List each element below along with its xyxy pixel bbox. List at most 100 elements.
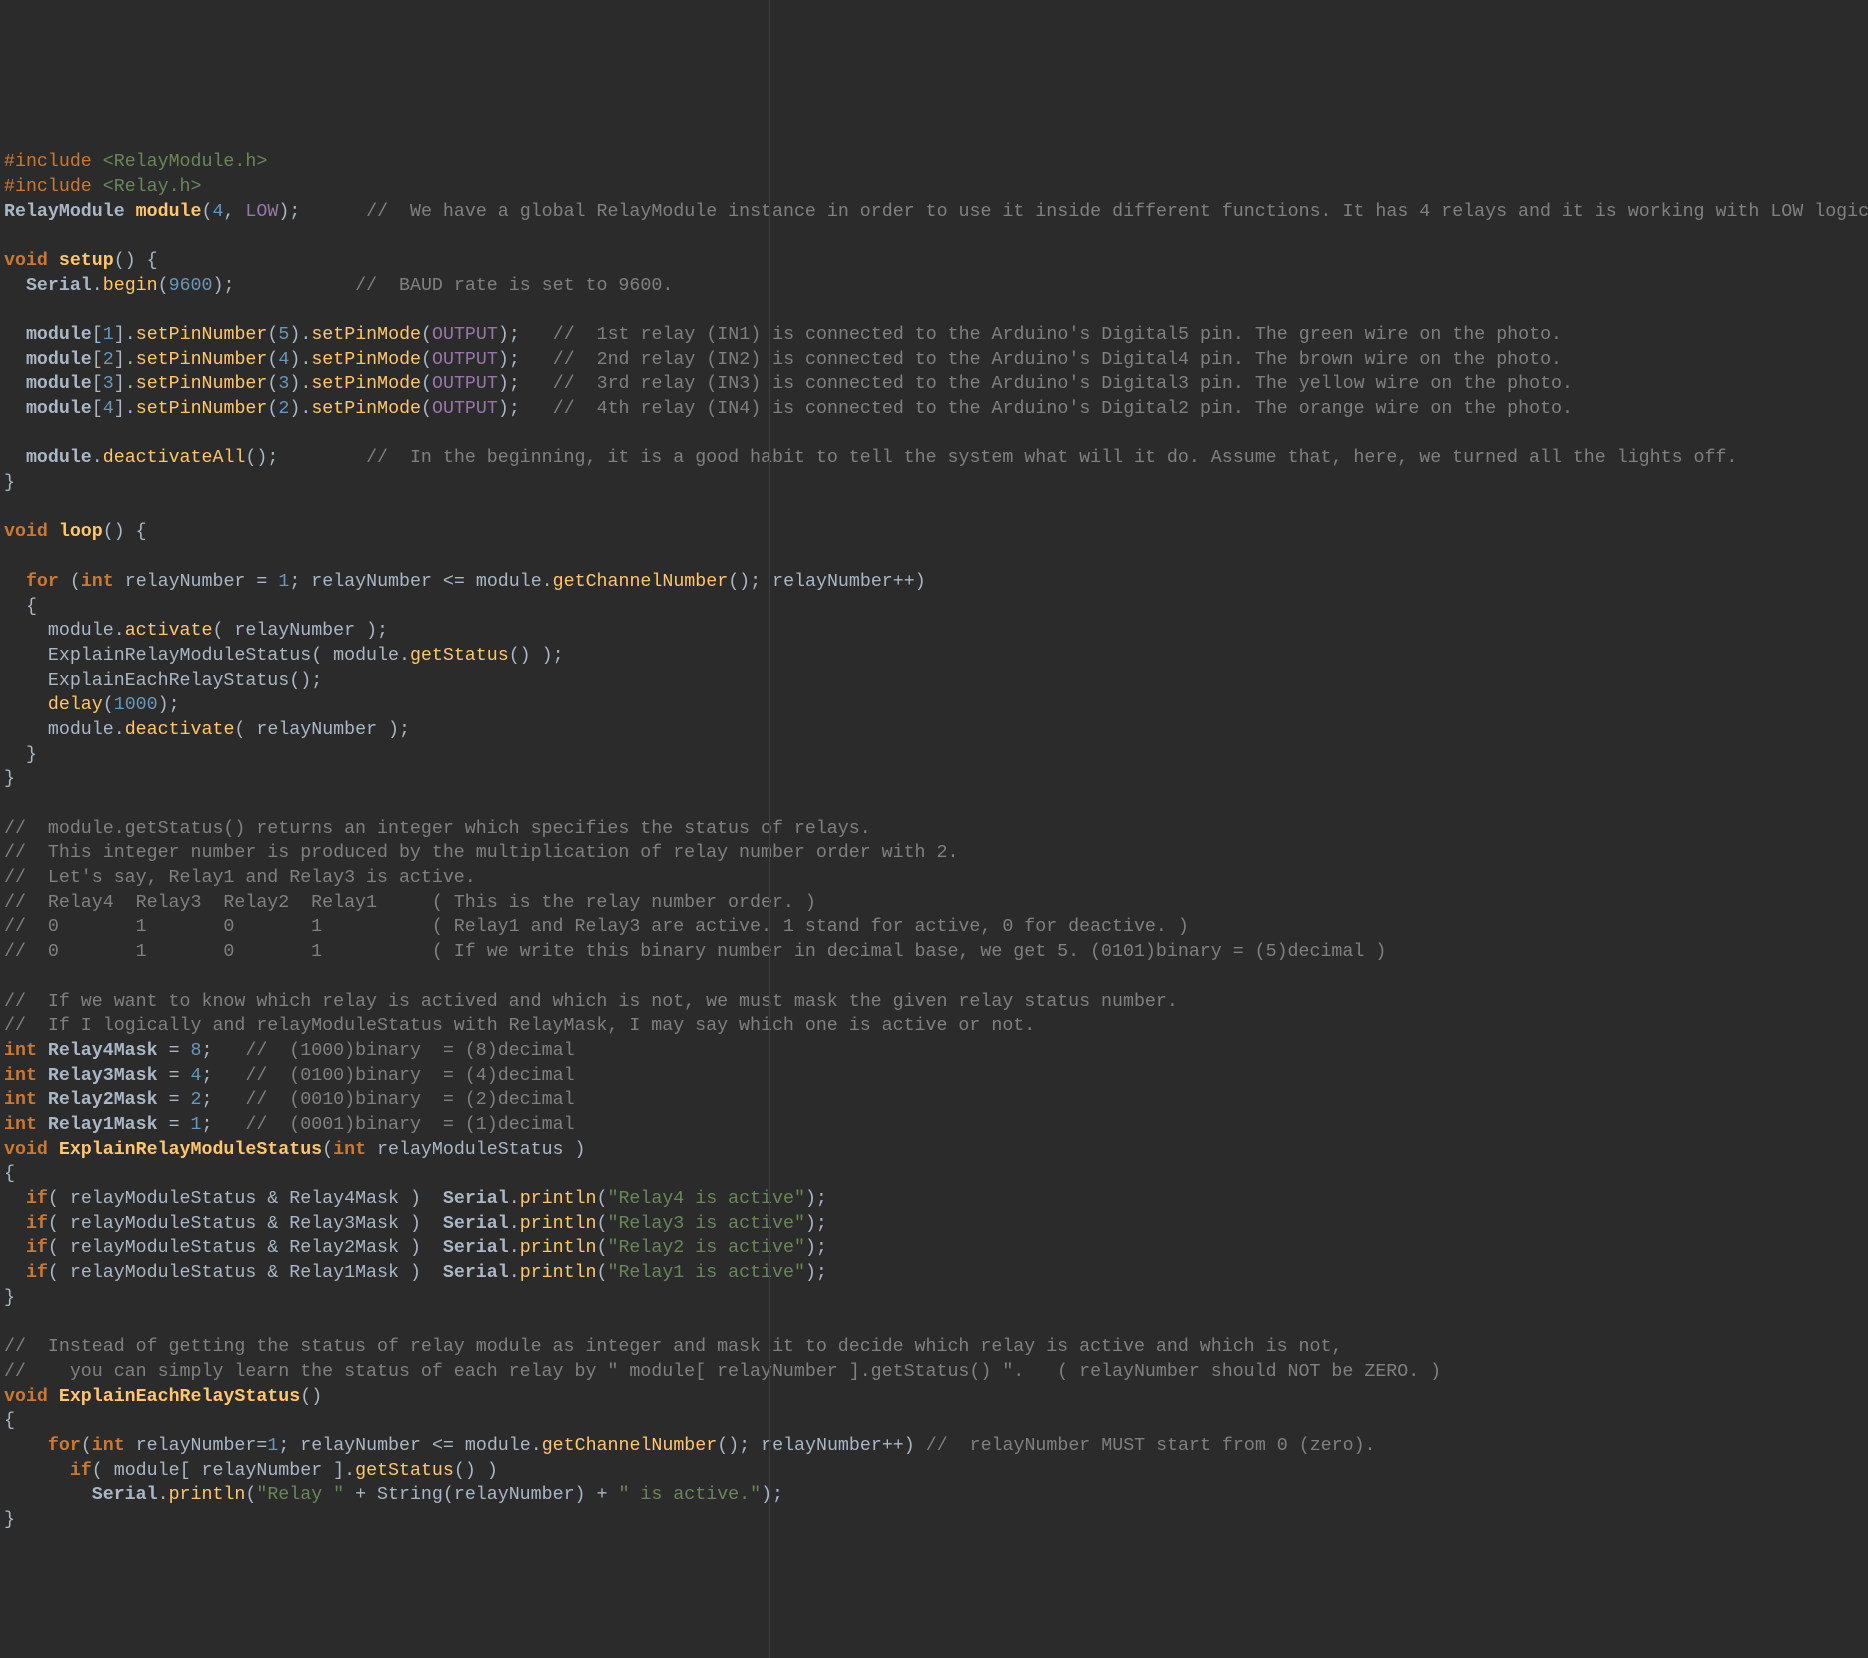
punctuation: , (223, 202, 245, 222)
object-name: module (26, 374, 92, 394)
variable-name: Relay4Mask (289, 1189, 399, 1209)
punctuation: ); (355, 621, 388, 641)
comment: // 0 1 0 1 ( Relay1 and Relay3 are activ… (4, 917, 1189, 937)
operator: = (158, 1041, 191, 1061)
number-literal: 4 (212, 202, 223, 222)
object-name: module (48, 621, 114, 641)
operator: & (256, 1214, 289, 1234)
method-name: setPinNumber (136, 374, 268, 394)
number-literal: 3 (103, 374, 114, 394)
variable-name: relayNumber (136, 1436, 257, 1456)
punctuation: } (4, 745, 37, 765)
punctuation: (); (289, 671, 322, 691)
code-editor[interactable]: #include <RelayModule.h> #include <Relay… (4, 150, 1864, 1533)
punctuation: ) (289, 325, 300, 345)
punctuation: ) (575, 1485, 586, 1505)
code-line: ExplainEachRelayStatus(); (4, 671, 322, 691)
punctuation: ( (596, 1214, 607, 1234)
variable-name: relayModuleStatus (70, 1214, 257, 1234)
operator: = (245, 572, 278, 592)
punctuation: () { (114, 251, 158, 271)
variable-name: Relay2Mask (289, 1238, 399, 1258)
code-line: delay(1000); (4, 695, 180, 715)
function-name: ExplainRelayModuleStatus (59, 1140, 322, 1160)
number-literal: 2 (191, 1090, 202, 1110)
punctuation: { (4, 1164, 15, 1184)
code-line: module.deactivate( relayNumber ); (4, 720, 410, 740)
punctuation: . (125, 350, 136, 370)
comment: // BAUD rate is set to 9600. (355, 276, 673, 296)
code-line: // 0 1 0 1 ( Relay1 and Relay3 are activ… (4, 917, 1189, 937)
operator: + (344, 1485, 377, 1505)
code-line: Serial.begin(9600); // BAUD rate is set … (4, 276, 673, 296)
operator: <= (432, 572, 476, 592)
code-line: } (4, 745, 37, 765)
punctuation: ( (212, 621, 234, 641)
punctuation: ) (289, 399, 300, 419)
function-call: delay (48, 695, 103, 715)
code-line (4, 300, 15, 320)
object-name: module (465, 1436, 531, 1456)
keyword: int (4, 1041, 48, 1061)
method-name: println (520, 1238, 597, 1258)
method-name: println (520, 1263, 597, 1283)
variable-name: Relay1Mask (289, 1263, 399, 1283)
code-line: void ExplainEachRelayStatus() (4, 1387, 322, 1407)
code-line: } (4, 769, 15, 789)
punctuation: ) (289, 374, 300, 394)
punctuation: } (4, 473, 15, 493)
punctuation: [ (92, 374, 103, 394)
number-literal: 1 (103, 325, 114, 345)
punctuation: ); (213, 276, 235, 296)
comment: // This integer number is produced by th… (4, 843, 958, 863)
spacing (520, 325, 553, 345)
punctuation: ( (48, 1238, 70, 1258)
punctuation: ( (421, 325, 432, 345)
method-name: setPinMode (311, 350, 421, 370)
variable-name: relayModuleStatus (70, 1263, 257, 1283)
object-name: Serial (443, 1238, 509, 1258)
punctuation: ( (81, 1436, 92, 1456)
punctuation: ( (234, 720, 256, 740)
spacing (213, 1041, 246, 1061)
punctuation: ) (399, 1238, 443, 1258)
punctuation: ) (498, 374, 509, 394)
variable-name: Relay1Mask (48, 1115, 158, 1135)
comment: // you can simply learn the status of ea… (4, 1362, 1441, 1382)
string-literal: "Relay1 is active" (607, 1263, 804, 1283)
parameter-name: relayModuleStatus (377, 1140, 564, 1160)
spacing (234, 276, 355, 296)
punctuation: { (4, 597, 37, 617)
indentation (4, 720, 48, 740)
code-line: int Relay3Mask = 4; // (0100)binary = (4… (4, 1066, 575, 1086)
spacing (300, 202, 366, 222)
punctuation: ; (739, 1436, 761, 1456)
code-line: } (4, 1288, 15, 1308)
punctuation: ( (158, 276, 169, 296)
punctuation: ( (70, 572, 81, 592)
variable-name: module (136, 202, 202, 222)
punctuation: [ (92, 399, 103, 419)
keyword: for (26, 572, 70, 592)
method-name: println (520, 1214, 597, 1234)
number-literal: 1 (191, 1115, 202, 1135)
spacing (520, 399, 553, 419)
keyword: int (4, 1115, 48, 1135)
operator: <= (421, 1436, 465, 1456)
type-name: String (377, 1485, 443, 1505)
method-name: setPinMode (311, 399, 421, 419)
punctuation: . (542, 572, 553, 592)
object-name: Serial (443, 1214, 509, 1234)
punctuation: ( (103, 695, 114, 715)
comment: // 0 1 0 1 ( If we write this binary num… (4, 942, 1386, 962)
method-name: deactivate (125, 720, 235, 740)
constant: OUTPUT (432, 374, 498, 394)
code-line: for (int relayNumber = 1; relayNumber <=… (4, 572, 926, 592)
punctuation: . (114, 621, 125, 641)
number-literal: 1000 (114, 695, 158, 715)
number-literal: 4 (191, 1066, 202, 1086)
include-header: <Relay.h> (103, 177, 202, 197)
punctuation: ( (443, 1485, 454, 1505)
keyword: void (4, 251, 59, 271)
keyword: int (81, 572, 125, 592)
